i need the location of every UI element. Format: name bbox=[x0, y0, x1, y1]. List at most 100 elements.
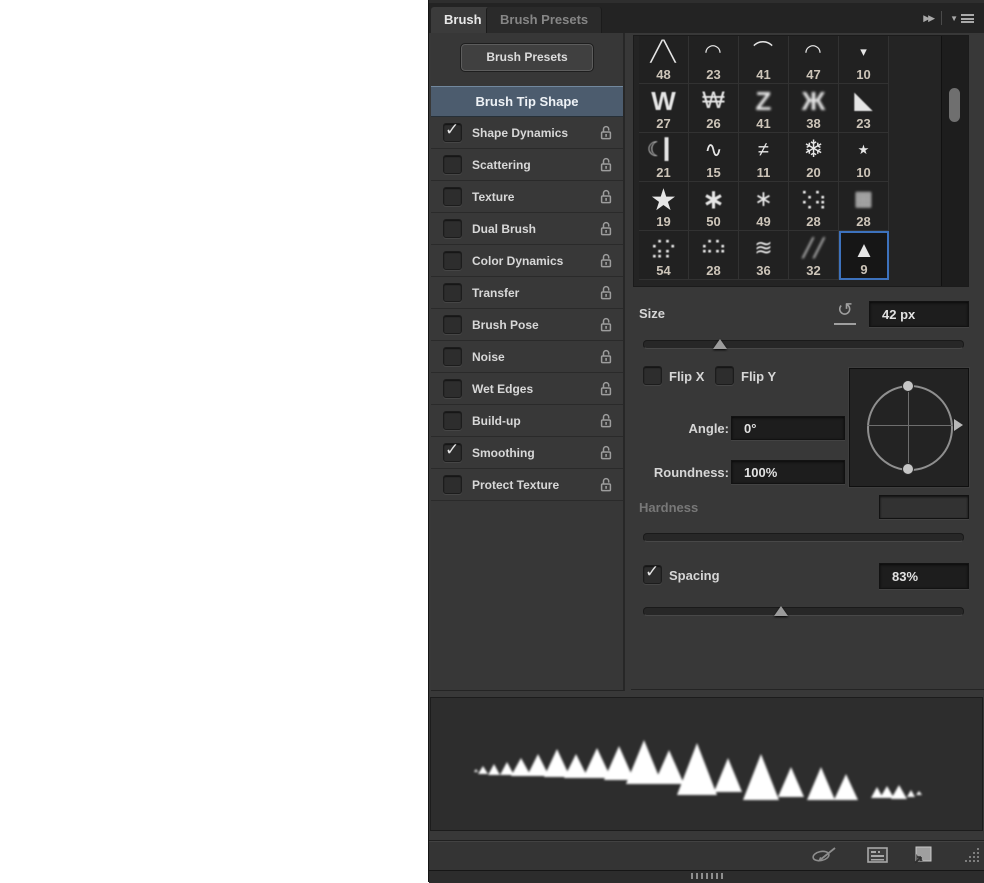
spacing-slider-track[interactable] bbox=[643, 607, 964, 616]
transfer-checkbox[interactable]: ✓ bbox=[443, 283, 462, 302]
unlock-icon[interactable] bbox=[599, 189, 613, 210]
brush-preset-19[interactable]: ★ 19 bbox=[639, 182, 689, 231]
build-up-checkbox[interactable]: ✓ bbox=[443, 411, 462, 430]
brush-size-label: 10 bbox=[856, 67, 871, 82]
angle-input[interactable] bbox=[731, 416, 845, 440]
color-dynamics-checkbox[interactable]: ✓ bbox=[443, 251, 462, 270]
roundness-input[interactable] bbox=[731, 460, 845, 484]
sidebar-item-texture[interactable]: ✓ Texture bbox=[431, 181, 623, 213]
spacing-slider-thumb[interactable] bbox=[774, 606, 788, 616]
grid-scrollbar[interactable] bbox=[941, 36, 968, 286]
open-preset-manager-icon[interactable] bbox=[867, 846, 889, 869]
sidebar-item-label: Protect Texture bbox=[472, 477, 560, 492]
brush-preset-49[interactable]: ∗ 49 bbox=[739, 182, 789, 231]
sidebar-item-label: Dual Brush bbox=[472, 221, 537, 236]
sidebar-item-brush-tip-shape[interactable]: Brush Tip Shape bbox=[431, 86, 623, 117]
brush-preset-11[interactable]: ≠ 11 bbox=[739, 133, 789, 182]
sidebar-item-build-up[interactable]: ✓ Build-up bbox=[431, 405, 623, 437]
unlock-icon[interactable] bbox=[599, 253, 613, 274]
unlock-icon[interactable] bbox=[599, 381, 613, 402]
unlock-icon[interactable] bbox=[599, 413, 613, 434]
brush-preset-21[interactable]: ☾▎ 21 bbox=[639, 133, 689, 182]
panel-drag-handle[interactable] bbox=[691, 873, 723, 879]
panel-menu-icon[interactable]: ▼ bbox=[950, 13, 974, 23]
brush-preset-23[interactable]: ◠ 23 bbox=[689, 36, 739, 84]
unlock-icon[interactable] bbox=[599, 445, 613, 466]
brush-preset-48[interactable]: ╱╲ 48 bbox=[639, 36, 689, 84]
angle-arrow-icon[interactable] bbox=[954, 419, 963, 431]
unlock-icon[interactable] bbox=[599, 285, 613, 306]
protect-texture-checkbox[interactable]: ✓ bbox=[443, 475, 462, 494]
spacing-input[interactable] bbox=[879, 563, 969, 589]
roundness-handle-bottom[interactable] bbox=[902, 463, 914, 475]
unlock-icon[interactable] bbox=[599, 477, 613, 498]
tab-brush-presets[interactable]: Brush Presets bbox=[486, 7, 603, 33]
bristle-brush-preview-icon[interactable] bbox=[811, 846, 841, 869]
brush-preset-15[interactable]: ∿ 15 bbox=[689, 133, 739, 182]
brush-preset-41[interactable]: ⌒ 41 bbox=[739, 36, 789, 84]
noise-checkbox[interactable]: ✓ bbox=[443, 347, 462, 366]
brush-preset-28b[interactable]: ▦ 28 bbox=[839, 182, 889, 231]
sidebar-item-label: Transfer bbox=[472, 285, 520, 300]
brush-thumbnail: ◠ bbox=[704, 41, 723, 63]
brush-preset-27[interactable]: W 27 bbox=[639, 84, 689, 133]
sidebar-item-smoothing[interactable]: ✓ Smoothing bbox=[431, 437, 623, 469]
brush-preset-23b[interactable]: ◣ 23 bbox=[839, 84, 889, 133]
flip-y-checkbox[interactable]: ✓ bbox=[715, 366, 734, 385]
sidebar-item-color-dynamics[interactable]: ✓ Color Dynamics bbox=[431, 245, 623, 277]
sidebar-item-brush-pose[interactable]: ✓ Brush Pose bbox=[431, 309, 623, 341]
size-slider-track[interactable] bbox=[643, 340, 964, 349]
wet-edges-checkbox[interactable]: ✓ bbox=[443, 379, 462, 398]
smoothing-checkbox[interactable]: ✓ bbox=[443, 440, 462, 462]
brush-preset-10[interactable]: ▾ 10 bbox=[839, 36, 889, 84]
brush-preset-9-selected[interactable]: ▲ 9 bbox=[839, 231, 889, 280]
restore-sample-size-icon[interactable]: ↺ bbox=[834, 301, 856, 325]
brush-pose-checkbox[interactable]: ✓ bbox=[443, 315, 462, 334]
brush-preset-47[interactable]: ◠ 47 bbox=[789, 36, 839, 84]
brush-presets-button[interactable]: Brush Presets bbox=[460, 43, 594, 72]
unlock-icon[interactable] bbox=[599, 317, 613, 338]
dual-brush-checkbox[interactable]: ✓ bbox=[443, 219, 462, 238]
panel-resize-grip-icon[interactable] bbox=[964, 847, 982, 869]
brush-preset-54[interactable]: ⣪⡕ 54 bbox=[639, 231, 689, 280]
sidebar-item-shape-dynamics[interactable]: ✓ Shape Dynamics bbox=[431, 117, 623, 149]
brush-preset-10b[interactable]: ★ 10 bbox=[839, 133, 889, 182]
sidebar-item-wet-edges[interactable]: ✓ Wet Edges bbox=[431, 373, 623, 405]
sidebar-item-protect-texture[interactable]: ✓ Protect Texture bbox=[431, 469, 623, 501]
size-input[interactable] bbox=[869, 301, 969, 327]
texture-checkbox[interactable]: ✓ bbox=[443, 187, 462, 206]
brush-preset-20[interactable]: ❄ 20 bbox=[789, 133, 839, 182]
unlock-icon[interactable] bbox=[599, 221, 613, 242]
sidebar-item-label: Texture bbox=[472, 189, 515, 204]
roundness-circle[interactable] bbox=[867, 385, 953, 471]
brush-preset-36[interactable]: ≋ 36 bbox=[739, 231, 789, 280]
brush-preset-26[interactable]: ₩26 bbox=[689, 84, 739, 133]
shape-dynamics-checkbox[interactable]: ✓ bbox=[443, 120, 462, 142]
spacing-slider[interactable] bbox=[643, 603, 964, 619]
spacing-checkbox[interactable]: ✓ bbox=[643, 562, 662, 584]
brush-preset-41b[interactable]: Z 41 bbox=[739, 84, 789, 133]
scrollbar-thumb[interactable] bbox=[949, 88, 960, 122]
scattering-checkbox[interactable]: ✓ bbox=[443, 155, 462, 174]
collapse-panels-icon[interactable]: ▶▶ bbox=[923, 13, 935, 24]
unlock-icon[interactable] bbox=[599, 157, 613, 178]
create-new-brush-icon[interactable] bbox=[912, 846, 934, 870]
sidebar-item-dual-brush[interactable]: ✓ Dual Brush bbox=[431, 213, 623, 245]
unlock-icon[interactable] bbox=[599, 125, 613, 146]
sidebar-item-noise[interactable]: ✓ Noise bbox=[431, 341, 623, 373]
size-slider[interactable] bbox=[643, 336, 964, 352]
unlock-icon[interactable] bbox=[599, 349, 613, 370]
roundness-handle-top[interactable] bbox=[902, 380, 914, 392]
brush-preset-38[interactable]: Ж 38 bbox=[789, 84, 839, 133]
sidebar-item-scattering[interactable]: ✓ Scattering bbox=[431, 149, 623, 181]
brush-preset-28[interactable]: ⢕⢵ 28 bbox=[789, 182, 839, 231]
brush-preset-28c[interactable]: ⠮⠵ 28 bbox=[689, 231, 739, 280]
angle-roundness-control[interactable] bbox=[848, 367, 970, 488]
brush-preset-50[interactable]: ∗ 50 bbox=[689, 182, 739, 231]
brush-size-label: 41 bbox=[756, 67, 771, 82]
brush-size-label: 50 bbox=[706, 214, 721, 229]
flip-x-checkbox[interactable]: ✓ bbox=[643, 366, 662, 385]
sidebar-item-transfer[interactable]: ✓ Transfer bbox=[431, 277, 623, 309]
size-slider-thumb[interactable] bbox=[713, 339, 727, 349]
brush-preset-32[interactable]: ╱╱ 32 bbox=[789, 231, 839, 280]
